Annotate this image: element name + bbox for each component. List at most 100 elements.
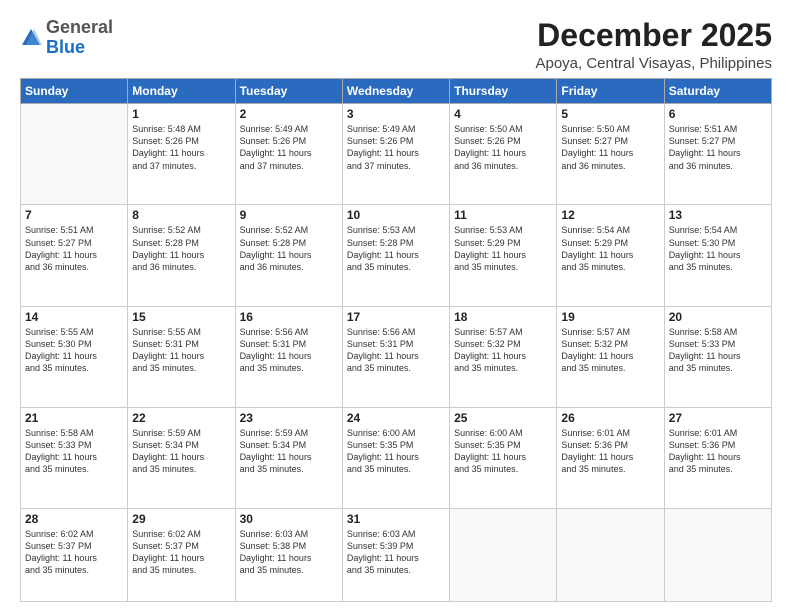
calendar-week-1: 7Sunrise: 5:51 AM Sunset: 5:27 PM Daylig… <box>21 205 772 306</box>
calendar-cell: 19 Sunrise: 5:57 AM Sunset: 5:32 PM Dayli… <box>557 306 664 407</box>
day-number: 26 <box>561 411 659 425</box>
calendar-cell: 7Sunrise: 5:51 AM Sunset: 5:27 PM Daylig… <box>21 205 128 306</box>
calendar-cell: 8 Sunrise: 5:52 AM Sunset: 5:28 PM Daylig… <box>128 205 235 306</box>
day-info: Sunrise: 5:52 AM Sunset: 5:28 PM Dayligh… <box>132 224 230 273</box>
calendar-cell: 31Sunrise: 6:03 AM Sunset: 5:39 PM Dayli… <box>342 509 449 602</box>
calendar-cell: 28 Sunrise: 6:02 AM Sunset: 5:37 PM Dayli… <box>21 509 128 602</box>
logo-general-text: General <box>46 17 113 37</box>
calendar-cell: 3Sunrise: 5:49 AM Sunset: 5:26 PM Daylig… <box>342 104 449 205</box>
calendar-cell: 6Sunrise: 5:51 AM Sunset: 5:27 PM Daylig… <box>664 104 771 205</box>
day-number: 1 <box>132 107 230 121</box>
logo-blue-text: Blue <box>46 37 85 57</box>
day-info: Sunrise: 5:53 AM Sunset: 5:29 PM Dayligh… <box>454 224 552 273</box>
day-info: Sunrise: 5:58 AM Sunset: 5:33 PM Dayligh… <box>25 427 123 476</box>
day-info: Sunrise: 6:02 AM Sunset: 5:37 PM Dayligh… <box>132 528 230 577</box>
day-info: Sunrise: 5:57 AM Sunset: 5:32 PM Dayligh… <box>561 326 659 375</box>
calendar-cell: 4Sunrise: 5:50 AM Sunset: 5:26 PM Daylig… <box>450 104 557 205</box>
day-info: Sunrise: 5:51 AM Sunset: 5:27 PM Dayligh… <box>669 123 767 172</box>
day-info: Sunrise: 6:03 AM Sunset: 5:38 PM Dayligh… <box>240 528 338 577</box>
day-number: 8 <box>132 208 230 222</box>
calendar-cell: 18Sunrise: 5:57 AM Sunset: 5:32 PM Dayli… <box>450 306 557 407</box>
day-info: Sunrise: 5:54 AM Sunset: 5:29 PM Dayligh… <box>561 224 659 273</box>
calendar-cell: 20 Sunrise: 5:58 AM Sunset: 5:33 PM Dayli… <box>664 306 771 407</box>
day-number: 19 <box>561 310 659 324</box>
day-number: 25 <box>454 411 552 425</box>
day-number: 24 <box>347 411 445 425</box>
calendar-cell: 5Sunrise: 5:50 AM Sunset: 5:27 PM Daylig… <box>557 104 664 205</box>
header-friday: Friday <box>557 79 664 104</box>
header-thursday: Thursday <box>450 79 557 104</box>
day-info: Sunrise: 5:52 AM Sunset: 5:28 PM Dayligh… <box>240 224 338 273</box>
day-number: 11 <box>454 208 552 222</box>
day-info: Sunrise: 6:00 AM Sunset: 5:35 PM Dayligh… <box>454 427 552 476</box>
calendar-cell: 1Sunrise: 5:48 AM Sunset: 5:26 PM Daylig… <box>128 104 235 205</box>
day-info: Sunrise: 5:55 AM Sunset: 5:30 PM Dayligh… <box>25 326 123 375</box>
day-number: 15 <box>132 310 230 324</box>
day-number: 7 <box>25 208 123 222</box>
day-number: 13 <box>669 208 767 222</box>
day-info: Sunrise: 5:56 AM Sunset: 5:31 PM Dayligh… <box>240 326 338 375</box>
calendar-cell: 14 Sunrise: 5:55 AM Sunset: 5:30 PM Dayli… <box>21 306 128 407</box>
day-number: 14 <box>25 310 123 324</box>
calendar-cell: 13 Sunrise: 5:54 AM Sunset: 5:30 PM Dayli… <box>664 205 771 306</box>
header-saturday: Saturday <box>664 79 771 104</box>
calendar-cell: 17 Sunrise: 5:56 AM Sunset: 5:31 PM Dayli… <box>342 306 449 407</box>
day-number: 27 <box>669 411 767 425</box>
page: General Blue December 2025 Apoya, Centra… <box>0 0 792 612</box>
header: General Blue December 2025 Apoya, Centra… <box>20 18 772 72</box>
day-info: Sunrise: 5:50 AM Sunset: 5:26 PM Dayligh… <box>454 123 552 172</box>
day-info: Sunrise: 6:02 AM Sunset: 5:37 PM Dayligh… <box>25 528 123 577</box>
calendar-cell <box>664 509 771 602</box>
header-sunday: Sunday <box>21 79 128 104</box>
day-number: 21 <box>25 411 123 425</box>
calendar-week-3: 21 Sunrise: 5:58 AM Sunset: 5:33 PM Dayli… <box>21 407 772 508</box>
day-info: Sunrise: 5:56 AM Sunset: 5:31 PM Dayligh… <box>347 326 445 375</box>
day-number: 9 <box>240 208 338 222</box>
day-info: Sunrise: 5:54 AM Sunset: 5:30 PM Dayligh… <box>669 224 767 273</box>
calendar-cell: 11 Sunrise: 5:53 AM Sunset: 5:29 PM Dayli… <box>450 205 557 306</box>
day-number: 3 <box>347 107 445 121</box>
calendar-cell: 12Sunrise: 5:54 AM Sunset: 5:29 PM Dayli… <box>557 205 664 306</box>
day-info: Sunrise: 5:58 AM Sunset: 5:33 PM Dayligh… <box>669 326 767 375</box>
month-title: December 2025 <box>535 18 772 53</box>
day-number: 17 <box>347 310 445 324</box>
logo-icon <box>20 27 42 49</box>
calendar-cell: 15 Sunrise: 5:55 AM Sunset: 5:31 PM Dayli… <box>128 306 235 407</box>
day-number: 16 <box>240 310 338 324</box>
title-area: December 2025 Apoya, Central Visayas, Ph… <box>535 18 772 72</box>
day-number: 20 <box>669 310 767 324</box>
calendar-cell: 25 Sunrise: 6:00 AM Sunset: 5:35 PM Dayli… <box>450 407 557 508</box>
calendar-cell: 22 Sunrise: 5:59 AM Sunset: 5:34 PM Dayli… <box>128 407 235 508</box>
calendar-week-2: 14 Sunrise: 5:55 AM Sunset: 5:30 PM Dayli… <box>21 306 772 407</box>
calendar-header-row: Sunday Monday Tuesday Wednesday Thursday… <box>21 79 772 104</box>
day-number: 28 <box>25 512 123 526</box>
calendar-cell <box>450 509 557 602</box>
day-info: Sunrise: 5:55 AM Sunset: 5:31 PM Dayligh… <box>132 326 230 375</box>
calendar-cell: 2Sunrise: 5:49 AM Sunset: 5:26 PM Daylig… <box>235 104 342 205</box>
calendar-cell: 29 Sunrise: 6:02 AM Sunset: 5:37 PM Dayli… <box>128 509 235 602</box>
logo: General Blue <box>20 18 113 58</box>
calendar-cell: 9 Sunrise: 5:52 AM Sunset: 5:28 PM Daylig… <box>235 205 342 306</box>
day-number: 2 <box>240 107 338 121</box>
day-info: Sunrise: 5:53 AM Sunset: 5:28 PM Dayligh… <box>347 224 445 273</box>
day-info: Sunrise: 5:50 AM Sunset: 5:27 PM Dayligh… <box>561 123 659 172</box>
day-info: Sunrise: 6:01 AM Sunset: 5:36 PM Dayligh… <box>561 427 659 476</box>
calendar-cell: 26 Sunrise: 6:01 AM Sunset: 5:36 PM Dayli… <box>557 407 664 508</box>
day-number: 30 <box>240 512 338 526</box>
day-info: Sunrise: 5:57 AM Sunset: 5:32 PM Dayligh… <box>454 326 552 375</box>
header-monday: Monday <box>128 79 235 104</box>
day-info: Sunrise: 5:59 AM Sunset: 5:34 PM Dayligh… <box>132 427 230 476</box>
day-number: 29 <box>132 512 230 526</box>
header-wednesday: Wednesday <box>342 79 449 104</box>
header-tuesday: Tuesday <box>235 79 342 104</box>
day-info: Sunrise: 5:59 AM Sunset: 5:34 PM Dayligh… <box>240 427 338 476</box>
calendar-week-0: 1Sunrise: 5:48 AM Sunset: 5:26 PM Daylig… <box>21 104 772 205</box>
calendar-cell <box>557 509 664 602</box>
calendar-week-4: 28 Sunrise: 6:02 AM Sunset: 5:37 PM Dayli… <box>21 509 772 602</box>
calendar-cell: 10Sunrise: 5:53 AM Sunset: 5:28 PM Dayli… <box>342 205 449 306</box>
day-number: 23 <box>240 411 338 425</box>
day-number: 22 <box>132 411 230 425</box>
calendar-cell: 23 Sunrise: 5:59 AM Sunset: 5:34 PM Dayli… <box>235 407 342 508</box>
day-info: Sunrise: 6:00 AM Sunset: 5:35 PM Dayligh… <box>347 427 445 476</box>
day-number: 31 <box>347 512 445 526</box>
